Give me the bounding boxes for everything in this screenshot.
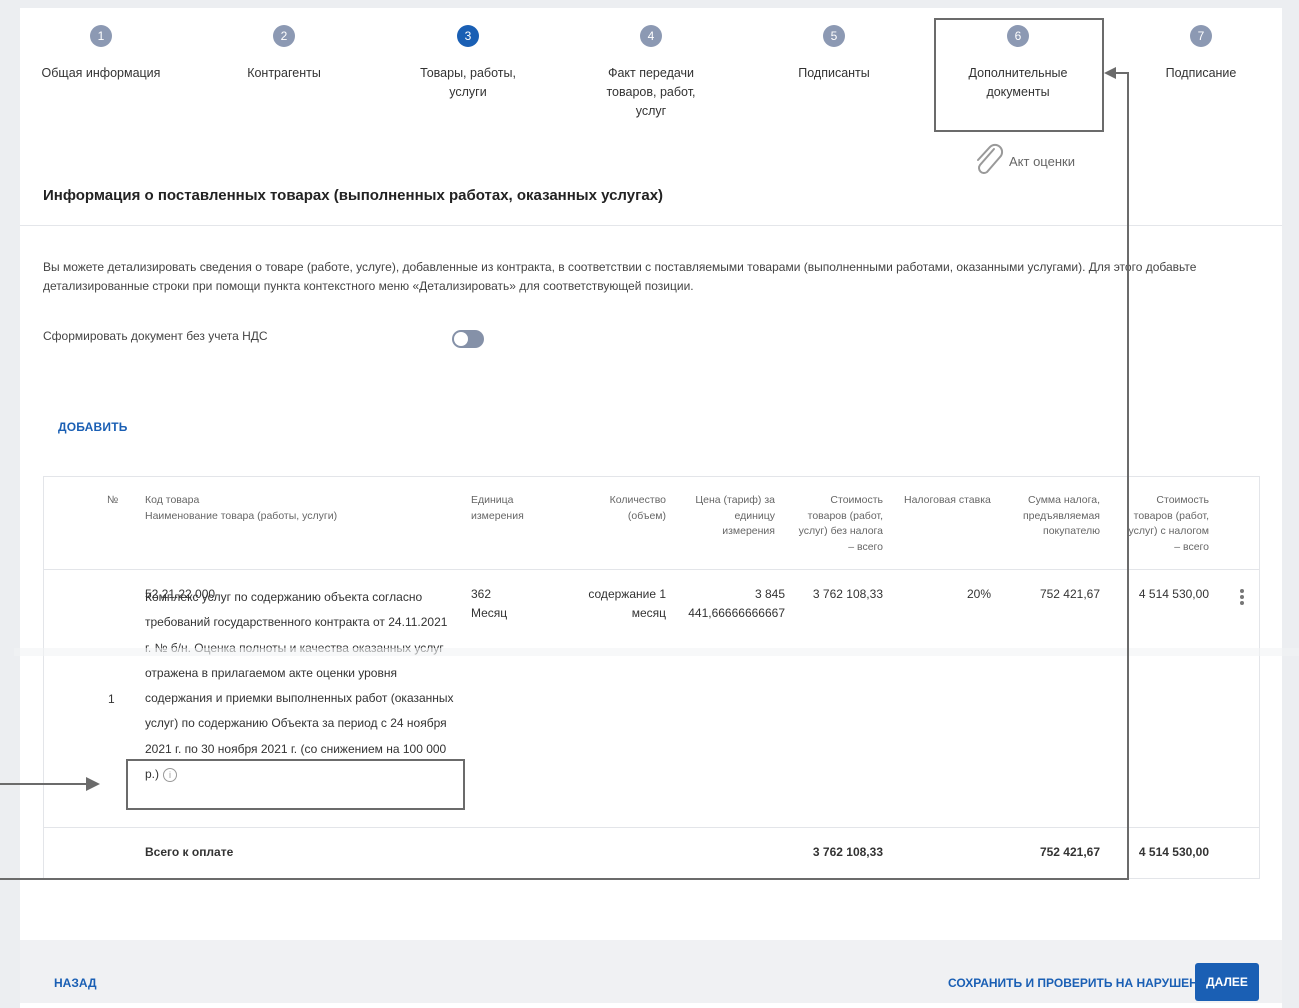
arrow-head-text [86,777,100,791]
back-button[interactable]: НАЗАД [54,976,97,990]
arrow-head-step-6 [1104,67,1116,79]
annotation-arrows [86,67,1116,791]
next-button[interactable]: ДАЛЕЕ [1195,963,1259,1001]
save-check-button[interactable]: СОХРАНИТЬ И ПРОВЕРИТЬ НА НАРУШЕНИЯ [948,976,1215,990]
